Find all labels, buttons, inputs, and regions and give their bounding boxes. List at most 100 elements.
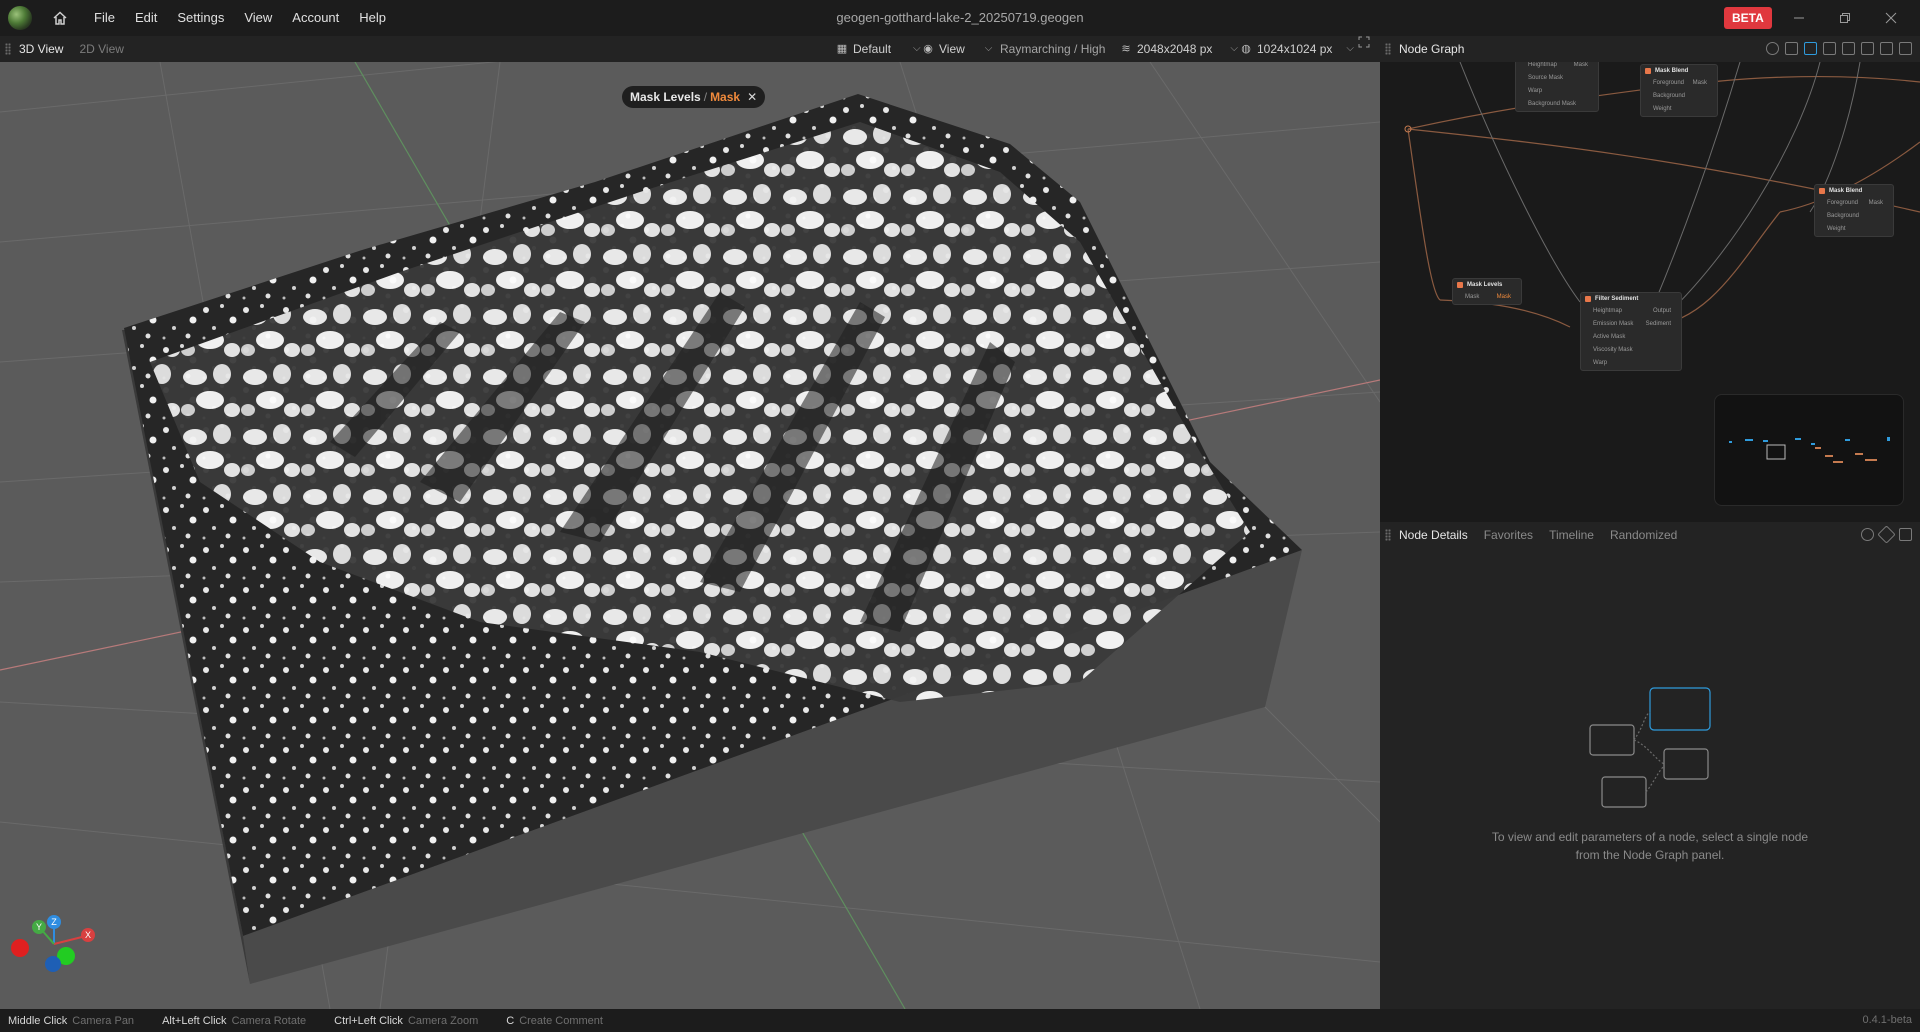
status-hint: Middle Click Camera Pan [8, 1014, 135, 1027]
fullscreen-button[interactable] [1358, 36, 1370, 48]
status-hint: Ctrl+Left Click Camera Zoom [334, 1014, 479, 1027]
home-icon[interactable] [52, 10, 68, 26]
menu-view[interactable]: View [234, 0, 282, 36]
empty-state-message: To view and edit parameters of a node, s… [1491, 830, 1809, 862]
node-param: Warp [1593, 360, 1608, 366]
app-logo-icon[interactable] [8, 6, 32, 30]
diamond-icon[interactable] [1877, 525, 1896, 544]
close-icon [1885, 12, 1897, 24]
node-title: Mask Levels [1453, 279, 1521, 291]
chevron-down-icon: ⌵ [984, 43, 993, 54]
expand-icon[interactable] [1899, 528, 1912, 541]
menu-file[interactable]: File [84, 0, 125, 36]
node-param: Heightmap Output [1593, 308, 1671, 314]
group-icon[interactable] [1823, 42, 1836, 55]
frame-icon[interactable] [1861, 42, 1874, 55]
eye-icon: ◉ [923, 43, 933, 55]
node-title: Mask Blend [1641, 65, 1717, 77]
title-bar: File Edit Settings View Account Help geo… [0, 0, 1920, 36]
minimize-button[interactable] [1776, 0, 1822, 36]
node-filter-sediment[interactable]: Filter Sediment Heightmap Output Emission… [1580, 292, 1682, 371]
world-size-dropdown[interactable]: ◍ 1024x1024 px ⌵ [1240, 36, 1354, 62]
layers-icon: ≋ [1121, 43, 1131, 55]
fullscreen-icon [1358, 36, 1370, 48]
node-graph-title: Node Graph [1399, 42, 1465, 56]
fit-icon[interactable] [1880, 42, 1893, 55]
preset-dropdown[interactable]: ▦ Default ⌵ [836, 36, 921, 62]
preset-label: Default [853, 42, 892, 56]
node-param: Background Mask [1528, 101, 1577, 107]
node-title: Mask Blend [1815, 185, 1893, 197]
breadcrumb-current: Mask [710, 90, 741, 104]
tab-node-details[interactable]: Node Details [1391, 522, 1476, 548]
minimize-icon [1794, 17, 1804, 19]
empty-graph-illustration [1589, 687, 1711, 808]
node-param: Viscosity Mask [1593, 347, 1633, 353]
node-param: Foreground Mask [1653, 80, 1707, 86]
node-title: Filter Sediment [1581, 293, 1681, 305]
node-details-panel: To view and edit parameters of a node, s… [1380, 548, 1920, 1009]
tab-3d-view[interactable]: 3D View [11, 36, 71, 62]
gizmo-x-label: X [85, 930, 91, 940]
restore-icon [1840, 13, 1850, 23]
terrain-render [0, 62, 1380, 1009]
render-mode-label[interactable]: Raymarching / High [1000, 36, 1105, 62]
node-param: Warp [1528, 88, 1543, 94]
node-details-header: Node Details Favorites Timeline Randomiz… [1380, 522, 1920, 548]
view-dropdown[interactable]: ◉ View ⌵ [922, 36, 992, 62]
status-hint: Alt+Left Click Camera Rotate [162, 1014, 307, 1027]
3d-viewport[interactable]: Mask Levels / Mask ✕ Z X Y [0, 62, 1380, 1009]
view-label: View [939, 42, 965, 56]
menu-settings[interactable]: Settings [167, 0, 234, 36]
graph-minimap[interactable] [1714, 394, 1904, 506]
expand-icon[interactable] [1899, 42, 1912, 55]
tab-timeline[interactable]: Timeline [1541, 522, 1602, 548]
search-icon[interactable] [1766, 42, 1779, 55]
globe-icon: ◍ [1241, 43, 1251, 55]
preset-icon: ▦ [836, 43, 848, 55]
beta-badge: BETA [1724, 7, 1772, 29]
resolution-label: 2048x2048 px [1137, 42, 1213, 56]
node-mask-levels[interactable]: Mask Levels Mask Mask [1452, 278, 1522, 305]
node-mask-blend-1[interactable]: Mask Blend Foreground Mask Background Wei… [1640, 64, 1718, 117]
node-param: Background [1653, 93, 1686, 99]
node-param: Weight [1827, 226, 1846, 232]
node-param: Emission Mask Sediment [1593, 321, 1671, 327]
select-icon[interactable] [1804, 42, 1817, 55]
world-size-label: 1024x1024 px [1257, 42, 1333, 56]
breadcrumb-separator: / [703, 90, 708, 104]
version-label: 0.4.1-beta [1862, 1014, 1912, 1026]
close-breadcrumb-icon[interactable]: ✕ [747, 90, 757, 104]
gizmo-z-label: Z [51, 917, 57, 927]
maximize-button[interactable] [1822, 0, 1868, 36]
tab-randomized[interactable]: Randomized [1602, 522, 1685, 548]
close-window-button[interactable] [1868, 0, 1914, 36]
node-param: Active Mask [1593, 334, 1626, 340]
tab-2d-view[interactable]: 2D View [71, 36, 131, 62]
node-mask-blend-2[interactable]: Mask Blend Foreground Mask Background Wei… [1814, 184, 1894, 237]
chevron-down-icon: ⌵ [1346, 43, 1354, 54]
menu-help[interactable]: Help [349, 0, 396, 36]
breadcrumb-parent[interactable]: Mask Levels [630, 90, 701, 104]
node-param: Heightmap Mask [1528, 62, 1588, 68]
status-bar: Middle Click Camera Pan Alt+Left Click Cam… [0, 1009, 1920, 1032]
node-param: Weight [1653, 106, 1672, 112]
collapse-icon[interactable] [1842, 42, 1855, 55]
node-graph-canvas[interactable]: Heightmap Mask Source Mask Warp Backgroun… [1380, 62, 1920, 522]
search-icon[interactable] [1861, 528, 1874, 541]
axis-gizmo[interactable]: Z X Y [10, 910, 100, 1000]
node-details-toolbar [1861, 525, 1912, 544]
viewport-toolbar: 3D View 2D View ▦ Default ⌵ ◉ View ⌵ Ray… [0, 36, 1380, 62]
node-graph-header: Node Graph [1380, 36, 1920, 62]
tab-favorites[interactable]: Favorites [1476, 522, 1541, 548]
node-param: Source Mask [1528, 75, 1564, 81]
panel-grip-icon[interactable] [1385, 43, 1391, 55]
list-icon[interactable] [1785, 42, 1798, 55]
resolution-dropdown[interactable]: ≋ 2048x2048 px ⌵ [1120, 36, 1238, 62]
node-graph-toolbar [1766, 42, 1912, 55]
node-unnamed[interactable]: Heightmap Mask Source Mask Warp Backgroun… [1515, 62, 1599, 112]
gizmo-y-label: Y [36, 922, 42, 932]
menu-account[interactable]: Account [282, 0, 349, 36]
chevron-down-icon: ⌵ [1230, 43, 1238, 54]
menu-edit[interactable]: Edit [125, 0, 167, 36]
